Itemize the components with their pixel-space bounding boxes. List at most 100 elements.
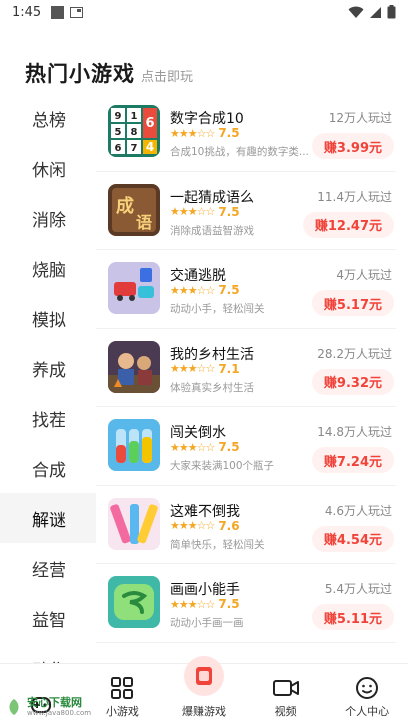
category-label: 经营 bbox=[32, 560, 66, 581]
village-icon bbox=[108, 340, 160, 393]
svg-text:6: 6 bbox=[115, 143, 122, 154]
game-row[interactable]: 这难不倒我 ★★★☆☆ 7.6 简单快乐，轻松闯关 4.6万人玩过 赚4.54元 bbox=[96, 486, 396, 564]
category-label: 模拟 bbox=[32, 310, 66, 331]
game-rating: ★★★☆☆ 7.1 bbox=[170, 362, 240, 376]
game-score: 7.1 bbox=[218, 361, 240, 376]
status-bar: 1:45 bbox=[0, 0, 408, 24]
smile-icon bbox=[356, 677, 379, 699]
game-description: 体验真实乡村生活 bbox=[170, 381, 254, 394]
status-time: 1:45 bbox=[12, 4, 42, 20]
drawing-icon bbox=[108, 576, 160, 628]
game-rating: ★★★☆☆ 7.5 bbox=[170, 283, 240, 297]
number-merge-icon: 9 1 6 5 8 6 7 4 bbox=[108, 105, 160, 157]
svg-text:4: 4 bbox=[146, 140, 154, 154]
traffic-icon bbox=[108, 262, 160, 314]
game-rating: ★★★☆☆ 7.5 bbox=[170, 126, 240, 140]
game-score: 7.5 bbox=[218, 126, 240, 140]
game-description: 大家来装满100个瓶子 bbox=[170, 460, 275, 472]
game-name: 一起猜成语么 bbox=[170, 189, 254, 206]
game-score: 7.5 bbox=[218, 204, 240, 219]
rating-stars-icon: ★★★☆☆ bbox=[170, 440, 215, 454]
category-label: 消除 bbox=[32, 210, 66, 231]
nav-label: 视频 bbox=[274, 705, 297, 718]
watermark: 安心下载网 www.Java800.com bbox=[0, 688, 110, 725]
wifi-icon bbox=[348, 6, 364, 18]
svg-text:9: 9 bbox=[115, 111, 122, 122]
category-sidebar: 总榜 休闲 消除 烧脑 模拟 养成 找茬 合成 解谜 经营 益智 动作 bbox=[0, 93, 96, 693]
category-label: 养成 bbox=[32, 360, 66, 381]
nav-label: 小游戏 bbox=[105, 705, 139, 718]
watermark-logo-icon bbox=[9, 698, 19, 715]
game-rating: ★★★☆☆ 7.5 bbox=[170, 440, 240, 454]
game-name: 数字合成10 bbox=[170, 111, 244, 127]
svg-text:6: 6 bbox=[145, 116, 154, 131]
nav-label: 个人中心 bbox=[345, 705, 390, 718]
sim-card-icon bbox=[70, 6, 84, 18]
game-row[interactable]: 闯关倒水 ★★★☆☆ 7.5 大家来装满100个瓶子 14.8万人玩过 赚7.24… bbox=[96, 407, 396, 486]
category-merge[interactable]: 合成 bbox=[0, 443, 96, 493]
category-simulation[interactable]: 模拟 bbox=[0, 293, 96, 343]
game-players: 4.6万人玩过 bbox=[324, 503, 392, 518]
category-raising[interactable]: 养成 bbox=[0, 343, 96, 393]
watermark-text: 安心下载网 bbox=[27, 695, 82, 709]
watermark-url: www.Java800.com bbox=[27, 708, 92, 717]
category-casual[interactable]: 休闲 bbox=[0, 143, 96, 193]
signal-icon bbox=[370, 6, 381, 18]
game-row[interactable]: 画画小能手 ★★★☆☆ 7.5 动动小手画一画 5.4万人玩过 赚5.11元 bbox=[96, 564, 396, 643]
game-players: 11.4万人玩过 bbox=[317, 189, 392, 204]
game-score: 7.5 bbox=[218, 283, 240, 297]
category-label: 合成 bbox=[32, 460, 66, 481]
category-spot-difference[interactable]: 找茬 bbox=[0, 393, 96, 443]
nav-hot-earn[interactable]: 爆赚游戏 bbox=[163, 656, 245, 725]
nav-profile[interactable]: 个人中心 bbox=[326, 664, 408, 725]
category-label: 总榜 bbox=[32, 110, 66, 131]
earn-button[interactable]: 赚7.24元 bbox=[311, 447, 394, 473]
game-description: 合成10挑战，有趣的数字类... bbox=[170, 146, 309, 158]
svg-text:5: 5 bbox=[115, 127, 122, 138]
game-rating: ★★★☆☆ 7.5 bbox=[170, 597, 240, 611]
game-description: 简单快乐，轻松闯关 bbox=[170, 538, 265, 551]
game-score: 7.5 bbox=[218, 440, 240, 454]
category-label: 解谜 bbox=[32, 510, 66, 531]
earn-button[interactable]: 赚5.11元 bbox=[311, 604, 394, 630]
game-list: 9 1 6 5 8 6 7 4 数字合成10 ★★★☆☆ 7.5 合成10挑战，有… bbox=[96, 93, 408, 663]
game-row[interactable]: 交通逃脱 ★★★☆☆ 7.5 动动小手，轻松闯关 4万人玩过 赚5.17元 bbox=[96, 250, 396, 329]
game-description: 消除成语益智游戏 bbox=[170, 224, 254, 237]
category-brain[interactable]: 烧脑 bbox=[0, 243, 96, 293]
video-icon bbox=[272, 680, 299, 696]
money-icon bbox=[183, 656, 224, 696]
game-score: 7.6 bbox=[218, 518, 240, 533]
svg-text:1: 1 bbox=[131, 111, 138, 122]
earn-button[interactable]: 赚4.54元 bbox=[311, 525, 394, 552]
pour-water-icon bbox=[108, 419, 160, 471]
game-row[interactable]: 成 语 一起猜成语么 ★★★☆☆ 7.5 消除成语益智游戏 11.4万人玩过 赚1… bbox=[96, 172, 396, 250]
game-rating: ★★★☆☆ 7.5 bbox=[170, 205, 240, 219]
game-name: 闯关倒水 bbox=[170, 425, 226, 441]
earn-button[interactable]: 赚12.47元 bbox=[302, 211, 394, 238]
game-name: 我的乡村生活 bbox=[170, 346, 254, 363]
svg-text:8: 8 bbox=[131, 127, 138, 138]
category-label: 找茬 bbox=[32, 410, 66, 431]
page-subtitle: 点击即玩 bbox=[141, 70, 194, 85]
game-description: 动动小手画一画 bbox=[170, 617, 244, 629]
category-educational[interactable]: 益智 bbox=[0, 593, 96, 643]
category-puzzle[interactable]: 解谜 bbox=[0, 493, 96, 543]
category-label: 烧脑 bbox=[32, 260, 66, 281]
rating-stars-icon: ★★★☆☆ bbox=[170, 362, 215, 375]
battery-icon bbox=[387, 5, 396, 19]
earn-button[interactable]: 赚3.99元 bbox=[311, 133, 394, 159]
game-players: 5.4万人玩过 bbox=[324, 582, 392, 596]
category-management[interactable]: 经营 bbox=[0, 543, 96, 593]
category-match[interactable]: 消除 bbox=[0, 193, 96, 243]
earn-button[interactable]: 赚9.32元 bbox=[311, 368, 394, 395]
category-all[interactable]: 总榜 bbox=[0, 93, 96, 143]
game-name: 画画小能手 bbox=[170, 582, 240, 598]
game-players: 4万人玩过 bbox=[336, 268, 392, 282]
nav-video[interactable]: 视频 bbox=[245, 664, 327, 725]
page-header: 热门小游戏 点击即玩 bbox=[25, 58, 193, 88]
earn-button[interactable]: 赚5.17元 bbox=[311, 290, 394, 316]
game-row[interactable]: 9 1 6 5 8 6 7 4 数字合成10 ★★★☆☆ 7.5 合成10挑战，有… bbox=[96, 93, 396, 172]
game-row[interactable]: 我的乡村生活 ★★★☆☆ 7.1 体验真实乡村生活 28.2万人玩过 赚9.32元 bbox=[96, 329, 396, 407]
game-players: 28.2万人玩过 bbox=[317, 346, 392, 361]
game-players: 12万人玩过 bbox=[328, 111, 392, 125]
